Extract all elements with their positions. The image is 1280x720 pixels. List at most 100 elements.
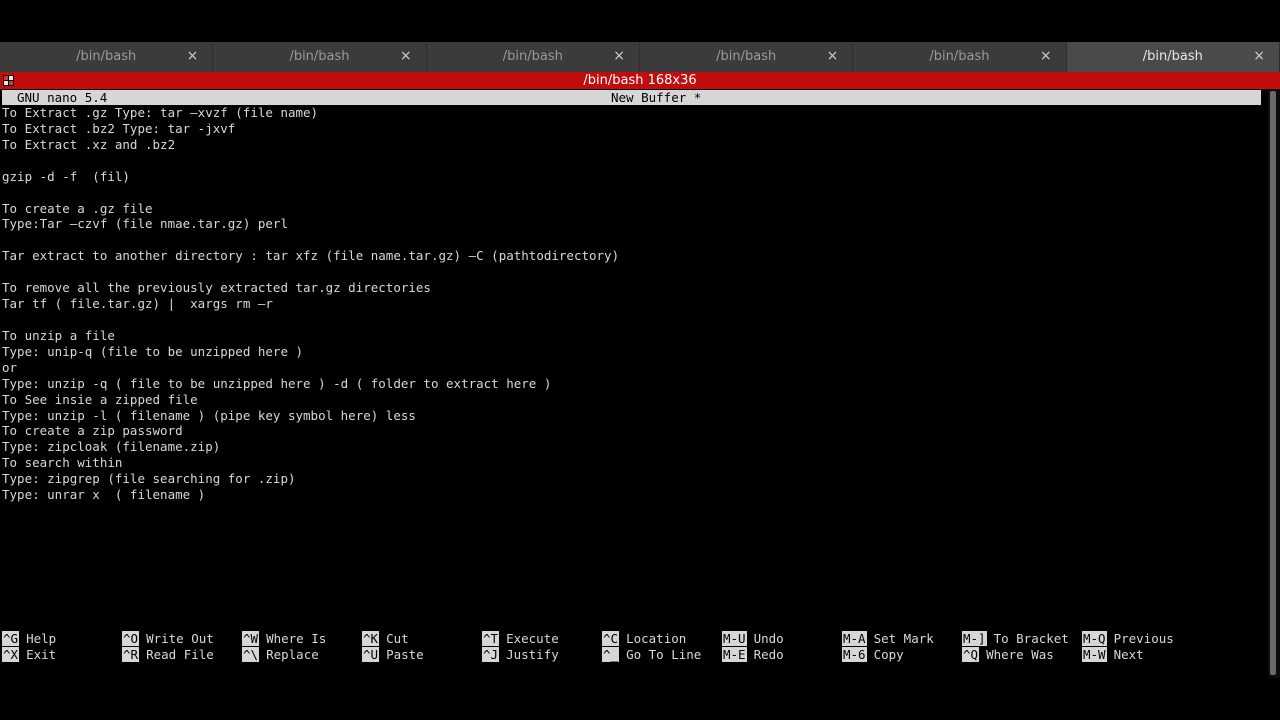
editor-line[interactable]: To See insie a zipped file (2, 392, 1261, 408)
shortcut-key: M-U (722, 631, 747, 646)
shortcut-label: To Bracket (993, 631, 1069, 646)
nano-shortcut-bar: ^G Help ^X Exit ^O Write Out ^R Read File ^W Wher… (2, 631, 1261, 665)
close-icon[interactable]: × (613, 48, 625, 64)
tab-title: /bin/bash (929, 49, 990, 64)
editor-line[interactable]: Type: unzip -q ( file to be unzipped her… (2, 376, 1261, 392)
tab-title: /bin/bash (716, 49, 777, 64)
editor-line[interactable]: To search within (2, 455, 1261, 471)
nano-version: GNU nano 5.4 (17, 90, 108, 105)
editor-text-area[interactable]: To Extract .gz Type: tar –xvzf (file nam… (2, 105, 1261, 503)
shortcut-item[interactable]: ^_ Go To Line (602, 647, 701, 663)
shortcut-item[interactable]: ^U Paste (362, 647, 424, 663)
shortcut-label: Where Was (986, 647, 1054, 662)
shortcut-item[interactable]: ^C Location (602, 631, 686, 647)
shortcut-key: ^O (122, 631, 140, 646)
editor-line[interactable] (2, 312, 1261, 328)
shortcut-item[interactable]: ^K Cut (362, 631, 409, 647)
shortcut-label: Next (1113, 647, 1144, 662)
shortcut-key: M-E (722, 647, 747, 662)
shortcut-item[interactable]: ^O Write Out (122, 631, 214, 647)
terminal-area[interactable]: GNU nano 5.4 New Buffer * To Extract .gz… (0, 89, 1268, 678)
tab-bash-4[interactable]: /bin/bash × (640, 42, 854, 72)
shortcut-key: ^K (362, 631, 380, 646)
editor-line[interactable]: Tar tf ( file.tar.gz) | xargs rm –r (2, 296, 1261, 312)
shortcut-key: ^\ (242, 647, 260, 662)
shortcut-item[interactable]: M-E Redo (722, 647, 784, 663)
shortcut-item[interactable]: M-A Set Mark (842, 631, 934, 647)
shortcut-item[interactable]: ^G Help (2, 631, 56, 647)
shortcut-item[interactable]: M-U Undo (722, 631, 784, 647)
scrollbar-thumb[interactable] (1270, 91, 1276, 675)
editor-line[interactable]: To unzip a file (2, 328, 1261, 344)
shortcut-key: ^C (602, 631, 620, 646)
close-icon[interactable]: × (1253, 48, 1265, 64)
close-icon[interactable]: × (1040, 48, 1052, 64)
editor-line[interactable]: To remove all the previously extracted t… (2, 280, 1261, 296)
shortcut-key: M-A (842, 631, 867, 646)
split-window-icon[interactable] (3, 75, 14, 86)
tab-bash-3[interactable]: /bin/bash × (427, 42, 640, 72)
tab-bash-2[interactable]: /bin/bash × (213, 42, 427, 72)
editor-line[interactable]: Tar extract to another directory : tar x… (2, 248, 1261, 264)
close-icon[interactable]: × (400, 48, 412, 64)
tab-bash-1[interactable]: /bin/bash × (0, 42, 214, 72)
editor-line[interactable] (2, 264, 1261, 280)
editor-line[interactable]: To create a .gz file (2, 201, 1261, 217)
editor-line[interactable]: To Extract .gz Type: tar –xvzf (file nam… (2, 105, 1261, 121)
shortcut-label: Previous (1113, 631, 1174, 646)
editor-line[interactable]: To Extract .bz2 Type: tar -jxvf (2, 121, 1261, 137)
editor-line[interactable] (2, 185, 1261, 201)
shortcut-item[interactable]: ^T Execute (482, 631, 559, 647)
editor-line[interactable]: Type: zipcloak (filename.zip) (2, 439, 1261, 455)
shortcut-label: Where Is (266, 631, 327, 646)
shortcut-key: ^Q (962, 647, 980, 662)
shortcut-key: ^X (2, 647, 20, 662)
shortcut-item[interactable]: ^W Where Is (242, 631, 326, 647)
editor-line[interactable]: Type: zipgrep (file searching for .zip) (2, 471, 1261, 487)
shortcut-label: Go To Line (626, 647, 702, 662)
tab-title: /bin/bash (76, 49, 137, 64)
shortcut-item[interactable]: ^R Read File (122, 647, 214, 663)
close-icon[interactable]: × (827, 48, 839, 64)
shortcut-label: Execute (506, 631, 559, 646)
shortcut-item[interactable]: M-Q Previous (1082, 631, 1174, 647)
tab-title: /bin/bash (1142, 49, 1203, 64)
editor-line[interactable]: To create a zip password (2, 423, 1261, 439)
shortcut-key: ^T (482, 631, 500, 646)
shortcut-item[interactable]: M-] To Bracket (962, 631, 1069, 647)
terminal-tab-bar: /bin/bash × /bin/bash × /bin/bash × /bin… (0, 42, 1280, 72)
shortcut-key: M-6 (842, 647, 867, 662)
shortcut-key: ^W (242, 631, 260, 646)
shortcut-key: ^J (482, 647, 500, 662)
shortcut-label: Cut (386, 631, 409, 646)
tab-bash-5[interactable]: /bin/bash × (853, 42, 1067, 72)
editor-line[interactable]: or (2, 360, 1261, 376)
editor-line[interactable] (2, 153, 1261, 169)
editor-line[interactable]: To Extract .xz and .bz2 (2, 137, 1261, 153)
shortcut-key: M-W (1082, 647, 1107, 662)
shortcut-item[interactable]: ^\ Replace (242, 647, 319, 663)
shortcut-key: M-Q (1082, 631, 1107, 646)
editor-line[interactable]: Type: unzip -l ( filename ) (pipe key sy… (2, 408, 1261, 424)
tab-bash-6-active[interactable]: /bin/bash × (1066, 42, 1280, 72)
shortcut-item[interactable]: ^Q Where Was (962, 647, 1054, 663)
shortcut-item[interactable]: ^X Exit (2, 647, 56, 663)
shortcut-item[interactable]: ^J Justify (482, 647, 559, 663)
desktop-top-area (0, 0, 1280, 42)
editor-line[interactable]: gzip -d -f (fil) (2, 169, 1261, 185)
desktop-bottom-area (0, 678, 1280, 720)
buffer-name: New Buffer * (611, 90, 702, 105)
shortcut-label: Copy (873, 647, 904, 662)
shortcut-label: Write Out (146, 631, 214, 646)
editor-line[interactable]: Type: unrar x ( filename ) (2, 487, 1261, 503)
shortcut-label: Set Mark (873, 631, 934, 646)
shortcut-item[interactable]: M-W Next (1082, 647, 1144, 663)
editor-line[interactable]: Type:Tar –czvf (file nmae.tar.gz) perl (2, 216, 1261, 232)
scrollbar[interactable] (1268, 89, 1280, 678)
editor-line[interactable] (2, 232, 1261, 248)
shortcut-label: Location (626, 631, 687, 646)
shortcut-key: M-] (962, 631, 987, 646)
shortcut-item[interactable]: M-6 Copy (842, 647, 904, 663)
close-icon[interactable]: × (187, 48, 199, 64)
editor-line[interactable]: Type: unip-q (file to be unzipped here ) (2, 344, 1261, 360)
